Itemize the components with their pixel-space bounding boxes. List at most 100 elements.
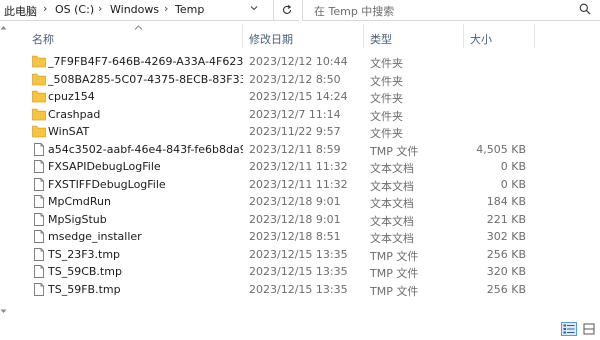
search-placeholder: 在 Temp 中搜索 xyxy=(314,5,395,18)
file-name: TS_59CB.tmp xyxy=(48,265,122,278)
file-icon xyxy=(32,195,46,208)
folder-icon xyxy=(32,90,46,103)
file-name: FXSAPIDebugLogFile xyxy=(48,160,161,173)
file-date: 2023/12/11 8:59 xyxy=(249,142,341,156)
file-type: TMP 文件 xyxy=(370,249,419,263)
file-row[interactable]: msedge_installer 2023/12/18 8:51 文本文档 30… xyxy=(8,228,600,246)
folder-icon xyxy=(32,108,46,121)
breadcrumb-temp[interactable]: Temp xyxy=(175,3,204,16)
scroll-up-arrow-icon[interactable] xyxy=(0,24,7,32)
file-icon xyxy=(32,265,46,278)
file-row[interactable]: TS_59CB.tmp 2023/12/15 13:35 TMP 文件 320 … xyxy=(8,263,600,281)
file-date: 2023/12/12 8:50 xyxy=(249,72,341,86)
file-date: 2023/12/18 9:01 xyxy=(249,212,341,226)
file-name: WinSAT xyxy=(48,125,90,138)
folder-icon xyxy=(32,55,46,68)
file-size: 302 KB xyxy=(486,230,526,243)
file-name: Crashpad xyxy=(48,107,101,121)
column-header-size[interactable]: 大小 xyxy=(470,31,492,47)
column-divider[interactable] xyxy=(363,24,364,48)
file-type: 文件夹 xyxy=(370,57,403,70)
file-row[interactable]: _7F9FB4F7-646B-4269-A33A-4F6234A... 2023… xyxy=(8,53,600,71)
breadcrumb-separator[interactable]: › xyxy=(164,2,168,15)
file-icon xyxy=(32,142,46,156)
file-icon xyxy=(32,160,46,173)
file-date: 2023/12/7 11:14 xyxy=(249,107,341,121)
file-size: 0 KB xyxy=(500,177,526,191)
scroll-down-arrow-icon[interactable] xyxy=(0,308,7,316)
address-bar[interactable]: 此电脑 › OS (C:) › Windows › Temp xyxy=(0,0,274,21)
breadcrumb-this-pc[interactable]: 此电脑 xyxy=(4,3,37,19)
file-icon xyxy=(32,177,46,191)
file-type: 文本文档 xyxy=(370,232,414,245)
file-date: 2023/12/15 13:35 xyxy=(249,265,348,278)
column-header-row: 名称 修改日期 类型 大小 xyxy=(8,24,600,48)
column-divider[interactable] xyxy=(242,24,243,48)
details-view-button[interactable] xyxy=(561,322,577,336)
file-date: 2023/12/11 11:32 xyxy=(249,177,348,191)
column-divider[interactable] xyxy=(534,24,535,48)
file-row[interactable]: _508BA285-5C07-4375-8ECB-83F33A... 2023/… xyxy=(8,71,600,89)
file-row[interactable]: MpCmdRun 2023/12/18 9:01 文本文档 184 KB xyxy=(8,193,600,211)
file-icon xyxy=(32,247,46,261)
file-size: 256 KB xyxy=(486,247,526,261)
file-size: 221 KB xyxy=(486,212,526,226)
breadcrumb-separator[interactable]: › xyxy=(43,2,47,15)
breadcrumb-drive[interactable]: OS (C:) xyxy=(55,3,94,16)
search-icon[interactable] xyxy=(579,3,591,18)
file-type: 文件夹 xyxy=(370,92,403,105)
column-header-type[interactable]: 类型 xyxy=(370,31,392,47)
file-name: _7F9FB4F7-646B-4269-A33A-4F6234A... xyxy=(48,55,243,68)
file-type: TMP 文件 xyxy=(370,267,419,280)
file-row[interactable]: cpuz154 2023/12/15 14:24 文件夹 xyxy=(8,88,600,106)
file-icon xyxy=(32,282,46,296)
file-type: 文件夹 xyxy=(370,127,403,140)
file-date: 2023/12/15 13:35 xyxy=(249,282,348,296)
refresh-icon xyxy=(282,5,291,14)
column-divider[interactable] xyxy=(463,24,464,48)
file-name: TS_23F3.tmp xyxy=(48,247,121,261)
file-name: TS_59FB.tmp xyxy=(48,282,121,296)
column-header-date[interactable]: 修改日期 xyxy=(249,31,293,47)
file-name: _508BA285-5C07-4375-8ECB-83F33A... xyxy=(48,72,243,86)
refresh-button[interactable] xyxy=(274,0,299,21)
file-type: 文件夹 xyxy=(370,109,403,123)
file-row[interactable]: Crashpad 2023/12/7 11:14 文件夹 xyxy=(8,106,600,124)
folder-icon xyxy=(32,125,46,138)
file-row[interactable]: MpSigStub 2023/12/18 9:01 文本文档 221 KB xyxy=(8,211,600,229)
column-header-name[interactable]: 名称 xyxy=(32,31,54,47)
file-row[interactable]: TS_23F3.tmp 2023/12/15 13:35 TMP 文件 256 … xyxy=(8,246,600,264)
file-type: TMP 文件 xyxy=(370,144,419,158)
file-icon xyxy=(32,212,46,226)
file-date: 2023/12/18 8:51 xyxy=(249,230,341,243)
folder-icon xyxy=(32,73,46,86)
breadcrumb-windows[interactable]: Windows xyxy=(110,3,159,16)
file-type: 文本文档 xyxy=(370,214,414,228)
file-name: cpuz154 xyxy=(48,90,95,103)
large-icons-view-icon xyxy=(583,323,595,335)
file-name: a54c3502-aabf-46e4-843f-fe6b8da91... xyxy=(48,142,243,156)
file-size: 0 KB xyxy=(500,160,526,173)
file-name: MpCmdRun xyxy=(48,195,111,208)
address-bar-row: 此电脑 › OS (C:) › Windows › Temp 在 Temp 中搜… xyxy=(0,0,600,22)
large-icons-view-button[interactable] xyxy=(581,322,597,336)
file-date: 2023/12/15 13:35 xyxy=(249,247,348,261)
file-row[interactable]: FXSTIFFDebugLogFile 2023/12/11 11:32 文本文… xyxy=(8,176,600,194)
search-input[interactable]: 在 Temp 中搜索 xyxy=(302,0,600,21)
file-icon xyxy=(32,230,46,243)
file-type: 文本文档 xyxy=(370,179,414,193)
file-size: 184 KB xyxy=(486,195,526,208)
file-name: msedge_installer xyxy=(48,230,142,243)
file-row[interactable]: FXSAPIDebugLogFile 2023/12/11 11:32 文本文档… xyxy=(8,158,600,176)
breadcrumb-separator[interactable]: › xyxy=(98,2,102,15)
details-view-icon xyxy=(563,324,575,334)
file-date: 2023/12/15 14:24 xyxy=(249,90,348,103)
address-dropdown-icon[interactable] xyxy=(249,3,259,16)
file-date: 2023/12/12 10:44 xyxy=(249,55,348,68)
file-type: TMP 文件 xyxy=(370,284,419,298)
file-type: 文本文档 xyxy=(370,197,414,210)
file-row[interactable]: TS_59FB.tmp 2023/12/15 13:35 TMP 文件 256 … xyxy=(8,281,600,299)
file-type: 文本文档 xyxy=(370,162,414,175)
file-row[interactable]: WinSAT 2023/11/22 9:57 文件夹 xyxy=(8,123,600,141)
file-row[interactable]: a54c3502-aabf-46e4-843f-fe6b8da91... 202… xyxy=(8,141,600,159)
